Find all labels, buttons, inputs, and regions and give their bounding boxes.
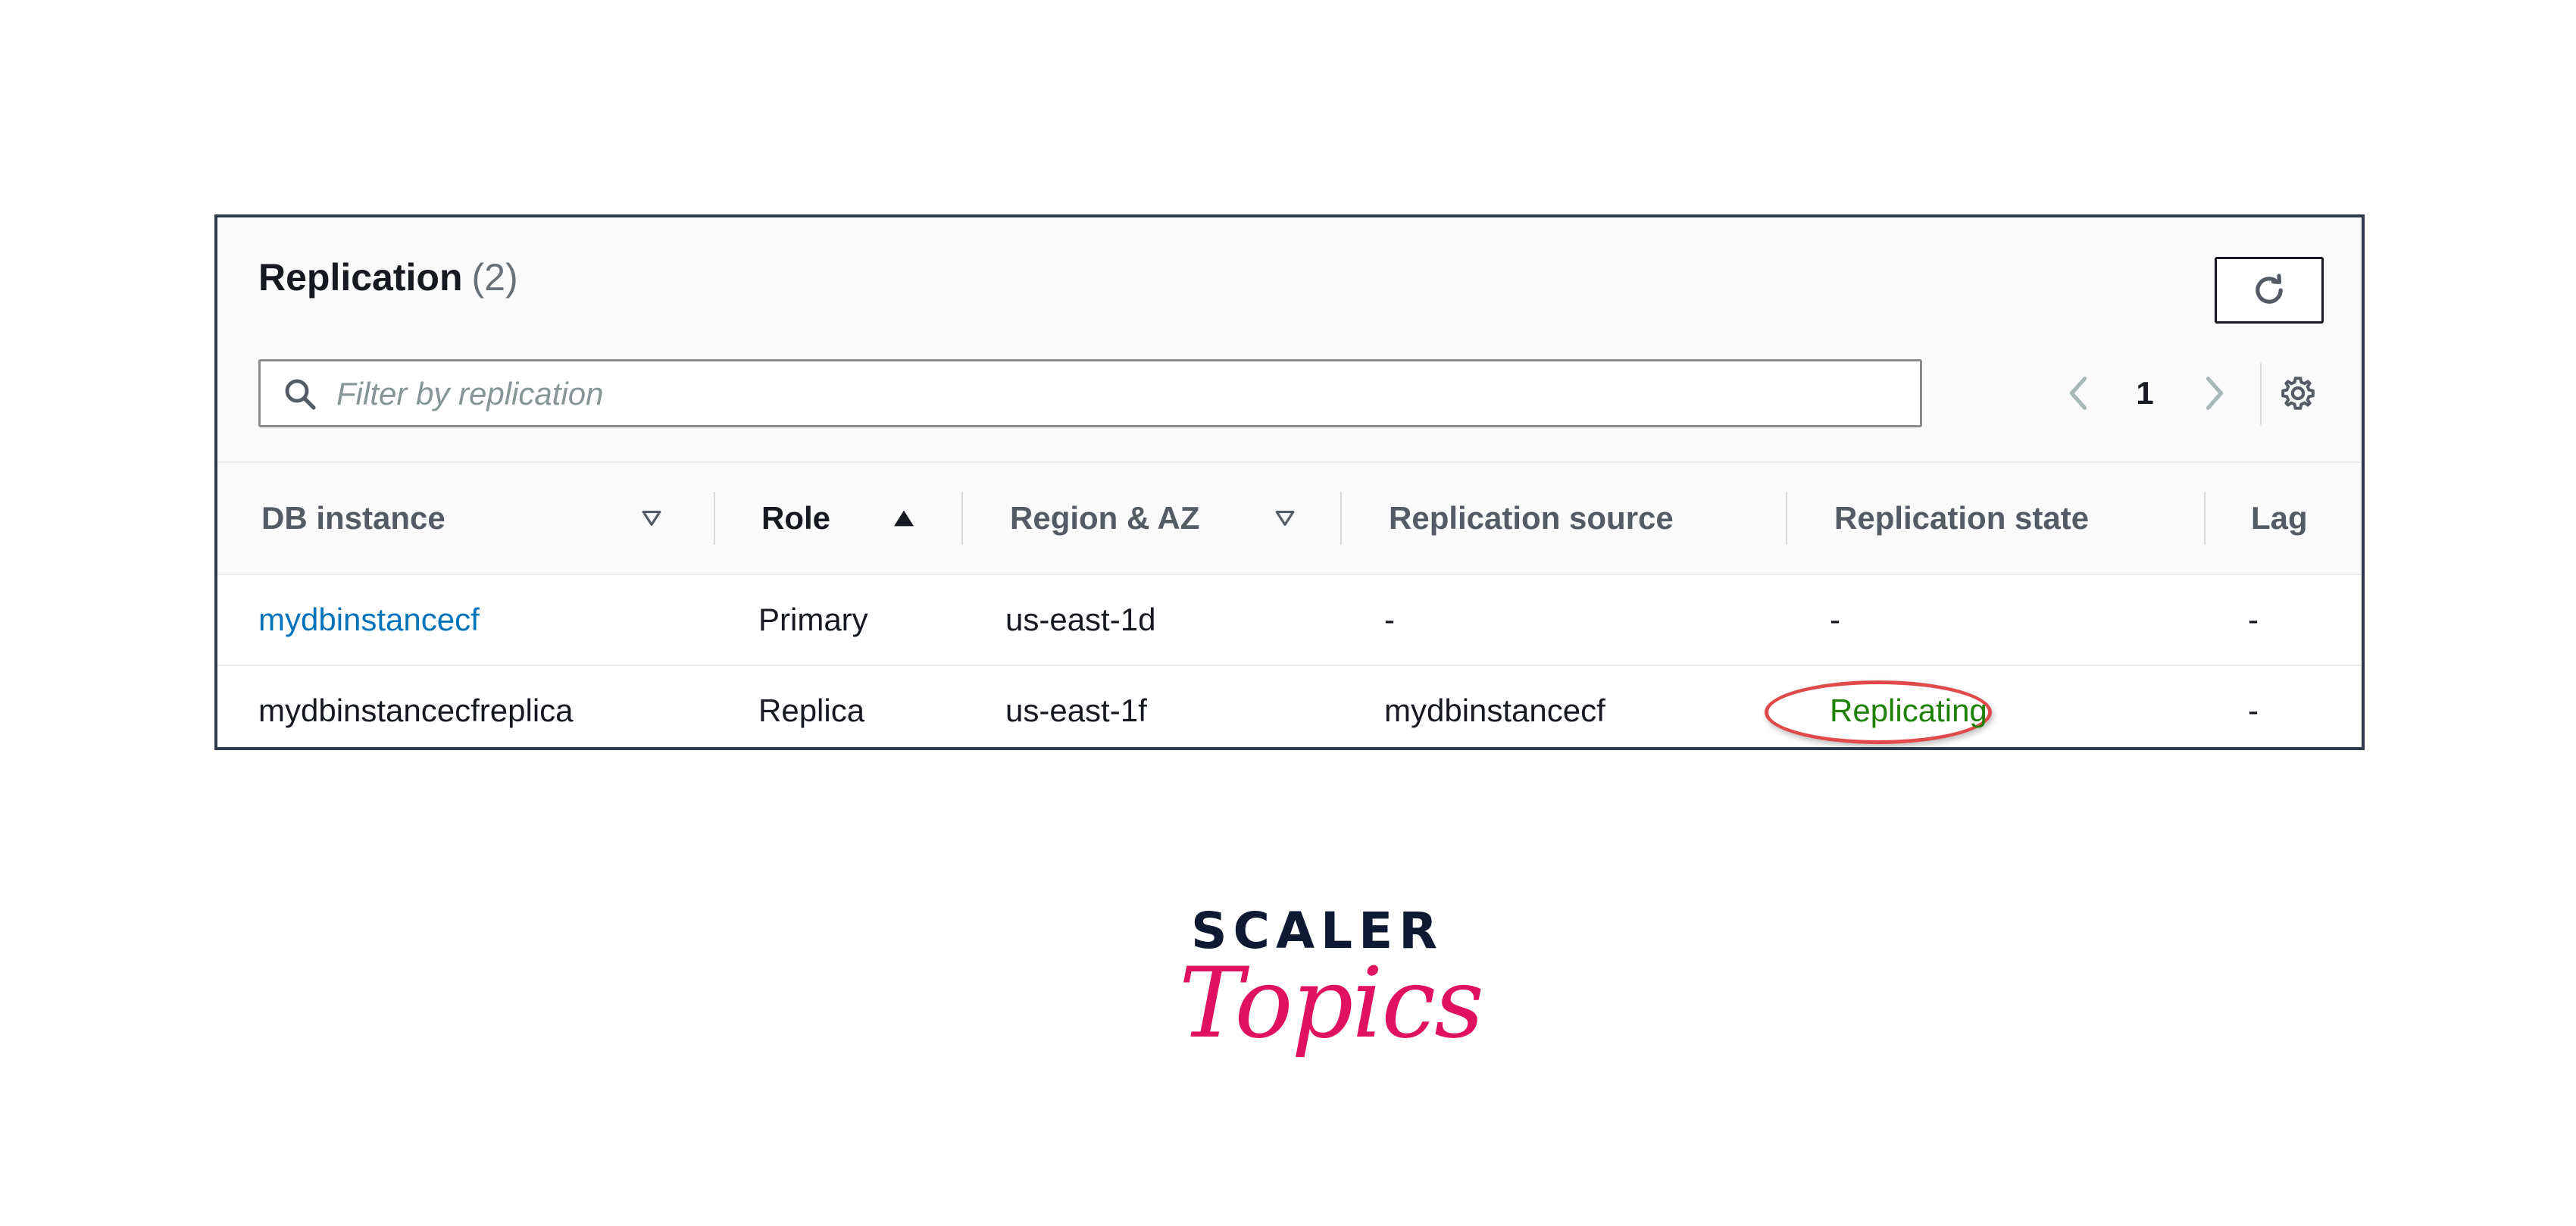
replication-source-cell: - xyxy=(1384,602,1395,637)
table-row: mydbinstancecf Primary us-east-1d - - - xyxy=(217,575,2362,666)
search-input[interactable] xyxy=(335,361,1899,427)
chevron-right-icon xyxy=(2206,377,2224,410)
sort-down-outline-icon xyxy=(642,511,661,526)
replication-state-cell: - xyxy=(1830,602,1840,637)
sort-role[interactable] xyxy=(892,463,922,574)
column-header-replication-source: Replication source xyxy=(1389,500,1674,536)
panel-title-text: Replication xyxy=(258,256,463,299)
role-cell: Primary xyxy=(758,602,868,637)
column-header-lag: Lag xyxy=(2251,500,2308,536)
refresh-button[interactable] xyxy=(2215,257,2324,324)
region-az-cell: us-east-1f xyxy=(1005,693,1147,728)
next-page-button[interactable] xyxy=(2193,369,2236,418)
column-separator xyxy=(714,492,715,545)
chevron-left-icon xyxy=(2069,377,2087,410)
pager-divider xyxy=(2260,363,2262,425)
panel-title: Replication (2) xyxy=(258,255,518,299)
preferences-button[interactable] xyxy=(2275,371,2321,416)
lag-cell: - xyxy=(2248,602,2259,637)
logo-wordmark-bottom: Topics xyxy=(1179,947,1484,1060)
column-separator xyxy=(2204,492,2206,545)
column-separator xyxy=(1786,492,1787,545)
table-header: DB instance Role Region & AZ Replication… xyxy=(217,461,2362,575)
search-box xyxy=(258,359,1922,427)
lag-cell: - xyxy=(2248,693,2259,728)
column-header-db-instance[interactable]: DB instance xyxy=(261,463,445,574)
search-icon xyxy=(285,379,316,410)
sort-db-instance[interactable] xyxy=(640,463,672,574)
column-separator xyxy=(1340,492,1342,545)
current-page-number[interactable]: 1 xyxy=(2112,369,2178,418)
replication-table: DB instance Role Region & AZ Replication… xyxy=(217,461,2362,747)
column-separator xyxy=(961,492,963,545)
scaler-topics-logo: SCALER Topics xyxy=(1179,902,1484,1099)
region-az-cell: us-east-1d xyxy=(1005,602,1156,637)
refresh-icon xyxy=(2256,274,2283,304)
sort-up-filled-icon xyxy=(894,510,914,527)
role-cell: Replica xyxy=(758,693,865,728)
sort-down-outline-icon xyxy=(1275,511,1295,526)
db-instance-cell: mydbinstancecfreplica xyxy=(258,693,574,728)
replication-source-cell: mydbinstancecf xyxy=(1384,693,1605,728)
screenshot-canvas: Replication(2) 1 xyxy=(0,0,2576,1226)
db-instance-link[interactable]: mydbinstancecf xyxy=(258,575,480,665)
table-row: mydbinstancecfreplica Replica us-east-1f… xyxy=(217,666,2362,747)
panel-count: (2) xyxy=(471,256,518,299)
previous-page-button[interactable] xyxy=(2057,369,2099,418)
column-header-region-az[interactable]: Region & AZ xyxy=(1010,463,1199,574)
replication-panel: Replication(2) 1 xyxy=(214,214,2365,750)
column-header-replication-state: Replication state xyxy=(1834,500,2090,536)
column-header-role[interactable]: Role xyxy=(761,463,830,574)
sort-region-az[interactable] xyxy=(1274,463,1305,574)
gear-icon xyxy=(2281,377,2315,410)
replication-state-status: Replicating xyxy=(1830,693,1987,728)
